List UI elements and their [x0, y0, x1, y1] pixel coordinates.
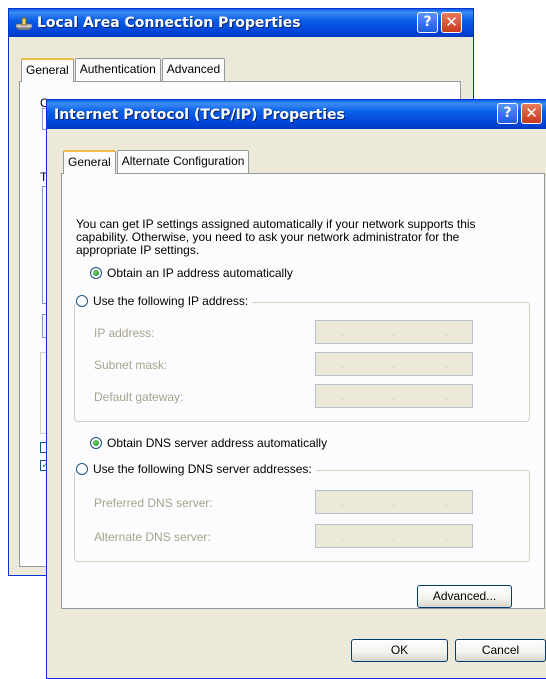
radio-use-following-ip[interactable]: Use the following IP address:	[76, 294, 253, 308]
radio-use-following-dns[interactable]: Use the following DNS server addresses:	[76, 462, 316, 476]
front-window-title: Internet Protocol (TCP/IP) Properties	[54, 107, 345, 123]
alternate-dns-label: Alternate DNS server:	[94, 530, 211, 544]
radio-button[interactable]	[76, 295, 88, 307]
radio-label: Obtain DNS server address automatically	[107, 436, 328, 450]
radio-obtain-dns-auto[interactable]: Obtain DNS server address automatically	[90, 436, 327, 450]
preferred-dns-label: Preferred DNS server:	[94, 496, 213, 510]
radio-label: Use the following IP address:	[93, 294, 249, 308]
subnet-mask-label: Subnet mask:	[94, 358, 168, 372]
radio-label: Obtain an IP address automatically	[107, 266, 293, 280]
radio-label: Use the following DNS server addresses:	[93, 462, 312, 476]
close-icon[interactable]: ✕	[521, 103, 542, 124]
subnet-mask-input[interactable]: ...	[315, 352, 473, 376]
default-gateway-label: Default gateway:	[94, 390, 184, 404]
ip-address-label: IP address:	[94, 326, 155, 340]
cancel-button[interactable]: Cancel	[455, 639, 546, 662]
radio-button[interactable]	[76, 463, 88, 475]
dns-settings-group	[74, 470, 530, 562]
radio-button[interactable]	[90, 267, 102, 279]
back-window-title: Local Area Connection Properties	[37, 15, 301, 31]
network-connection-icon	[16, 17, 32, 30]
close-icon[interactable]: ✕	[441, 12, 462, 33]
ip-address-input[interactable]: ...	[315, 320, 473, 344]
help-icon[interactable]: ?	[417, 12, 438, 33]
back-title-bar[interactable]: Local Area Connection Properties ? ✕	[9, 9, 473, 37]
help-icon[interactable]: ?	[497, 103, 518, 124]
tab-general[interactable]: General	[63, 150, 116, 174]
alternate-dns-input[interactable]: ...	[315, 524, 473, 548]
front-tab-row: General Alternate Configuration	[63, 150, 250, 174]
radio-obtain-ip-auto[interactable]: Obtain an IP address automatically	[90, 266, 293, 280]
advanced-button[interactable]: Advanced...	[417, 585, 512, 608]
back-tab-advanced[interactable]: Advanced	[161, 58, 226, 82]
tab-alternate-configuration[interactable]: Alternate Configuration	[116, 150, 250, 174]
back-tab-authentication[interactable]: Authentication	[74, 58, 161, 82]
tcpip-properties-window: Internet Protocol (TCP/IP) Properties ? …	[46, 99, 546, 679]
radio-button[interactable]	[90, 437, 102, 449]
ok-button[interactable]: OK	[351, 639, 448, 662]
intro-text: You can get IP settings assigned automat…	[76, 217, 476, 257]
default-gateway-input[interactable]: ...	[315, 384, 473, 408]
back-tab-row: General Authentication Advanced	[21, 58, 226, 82]
front-title-bar[interactable]: Internet Protocol (TCP/IP) Properties ? …	[47, 100, 546, 129]
back-tab-general[interactable]: General	[21, 58, 74, 82]
preferred-dns-input[interactable]: ...	[315, 490, 473, 514]
general-tab-panel: You can get IP settings assigned automat…	[61, 173, 545, 609]
